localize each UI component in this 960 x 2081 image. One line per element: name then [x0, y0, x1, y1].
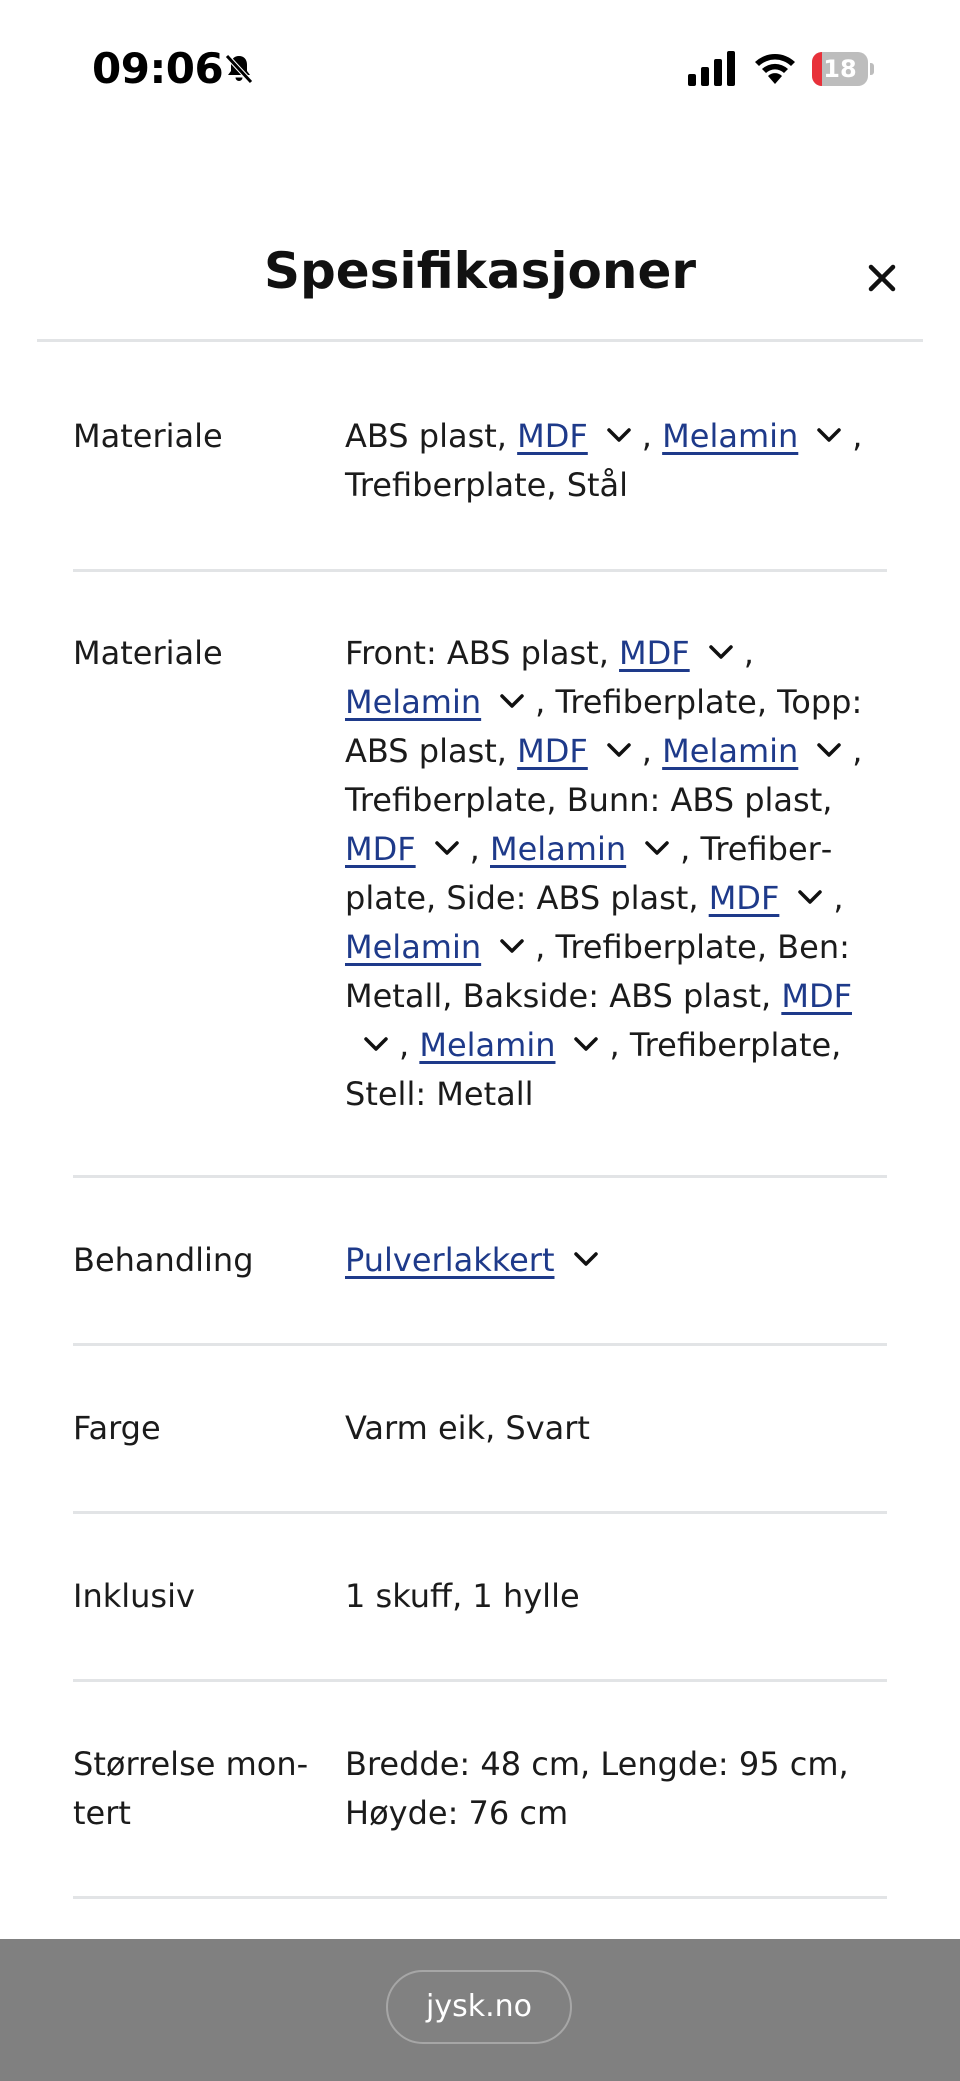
spec-label: Størrelse mon­tert	[73, 1745, 309, 1832]
battery-icon: 18	[812, 52, 874, 86]
spec-value-text: ABS plast,	[345, 417, 518, 455]
cellular-signal-icon	[686, 50, 740, 88]
spec-value: Bredde: 48 cm, Lengde: 95 cm, Høyde: 76 …	[345, 1740, 890, 1838]
spec-divider	[73, 1175, 887, 1178]
spec-divider	[73, 569, 887, 572]
chevron-down-icon[interactable]	[499, 692, 525, 710]
chevron-down-icon[interactable]	[606, 426, 632, 444]
spec-label: Inklusiv	[73, 1577, 195, 1615]
address-bar[interactable]: jysk.no	[386, 1970, 572, 2044]
bell-slash-icon	[222, 52, 256, 86]
chevron-down-icon[interactable]	[816, 426, 842, 444]
material-info-link[interactable]: Melamin	[662, 417, 798, 455]
chevron-down-icon[interactable]	[573, 1250, 599, 1268]
spec-value: 1 skuff, 1 hylle	[345, 1572, 890, 1621]
spec-value-text: 1 skuff, 1 hylle	[345, 1577, 580, 1615]
page-title: Spesifikasjoner	[263, 242, 697, 300]
spec-value-text: Front: ABS plast,	[345, 634, 620, 672]
spec-label: Materiale	[73, 417, 223, 455]
material-info-link[interactable]: Melamin	[490, 830, 626, 868]
spec-divider	[73, 1511, 887, 1514]
material-info-link[interactable]: Melamin	[419, 1026, 555, 1064]
spec-label: Farge	[73, 1409, 161, 1447]
spec-value: Front: ABS plast, MDF, Melamin, Trefiber…	[345, 629, 890, 1119]
header-divider	[37, 339, 923, 342]
spec-value: ABS plast, MDF, Melamin, Trefiberplate, …	[345, 412, 890, 510]
spec-divider	[73, 1896, 887, 1899]
sheet-header: Spesifikasjoner	[0, 230, 960, 340]
material-info-link[interactable]: MDF	[517, 417, 588, 455]
spec-value-text: Bredde: 48 cm, Lengde: 95 cm, Høyde: 76 …	[345, 1745, 849, 1832]
chevron-down-icon[interactable]	[644, 839, 670, 857]
spec-value-text: ,	[641, 417, 663, 455]
status-time: 09:06	[92, 44, 224, 93]
spec-value: Pulverlakkert	[345, 1236, 890, 1285]
material-info-link[interactable]: MDF	[619, 634, 690, 672]
chevron-down-icon[interactable]	[797, 888, 823, 906]
chevron-down-icon[interactable]	[434, 839, 460, 857]
material-info-link[interactable]: Melamin	[345, 683, 481, 721]
spec-value-text: ,	[641, 732, 663, 770]
material-info-link[interactable]: Melamin	[662, 732, 798, 770]
material-info-link[interactable]: Melamin	[345, 928, 481, 966]
material-info-link[interactable]: MDF	[781, 977, 852, 1015]
chevron-down-icon[interactable]	[606, 741, 632, 759]
close-icon[interactable]	[862, 258, 902, 298]
wifi-icon	[752, 50, 798, 86]
chevron-down-icon[interactable]	[573, 1035, 599, 1053]
battery-level: 18	[823, 55, 857, 83]
material-info-link[interactable]: MDF	[517, 732, 588, 770]
spec-value-text: Varm eik, Svart	[345, 1409, 590, 1447]
spec-divider	[73, 1679, 887, 1682]
spec-label: Behandling	[73, 1241, 254, 1279]
spec-label: Materiale	[73, 634, 223, 672]
material-info-link[interactable]: Pulverlakkert	[345, 1241, 555, 1279]
spec-value: Varm eik, Svart	[345, 1404, 890, 1453]
material-info-link[interactable]: MDF	[709, 879, 780, 917]
spec-value-text: ,	[743, 634, 754, 672]
spec-value-text: ,	[399, 1026, 420, 1064]
status-bar: 09:06 18	[0, 0, 960, 130]
spec-divider	[73, 1343, 887, 1346]
spec-value-text: ,	[469, 830, 490, 868]
chevron-down-icon[interactable]	[363, 1035, 389, 1053]
spec-value-text: ,	[833, 879, 844, 917]
chevron-down-icon[interactable]	[708, 643, 734, 661]
material-info-link[interactable]: MDF	[345, 830, 416, 868]
chevron-down-icon[interactable]	[816, 741, 842, 759]
browser-bottom-bar: jysk.no	[0, 1939, 960, 2081]
chevron-down-icon[interactable]	[499, 937, 525, 955]
